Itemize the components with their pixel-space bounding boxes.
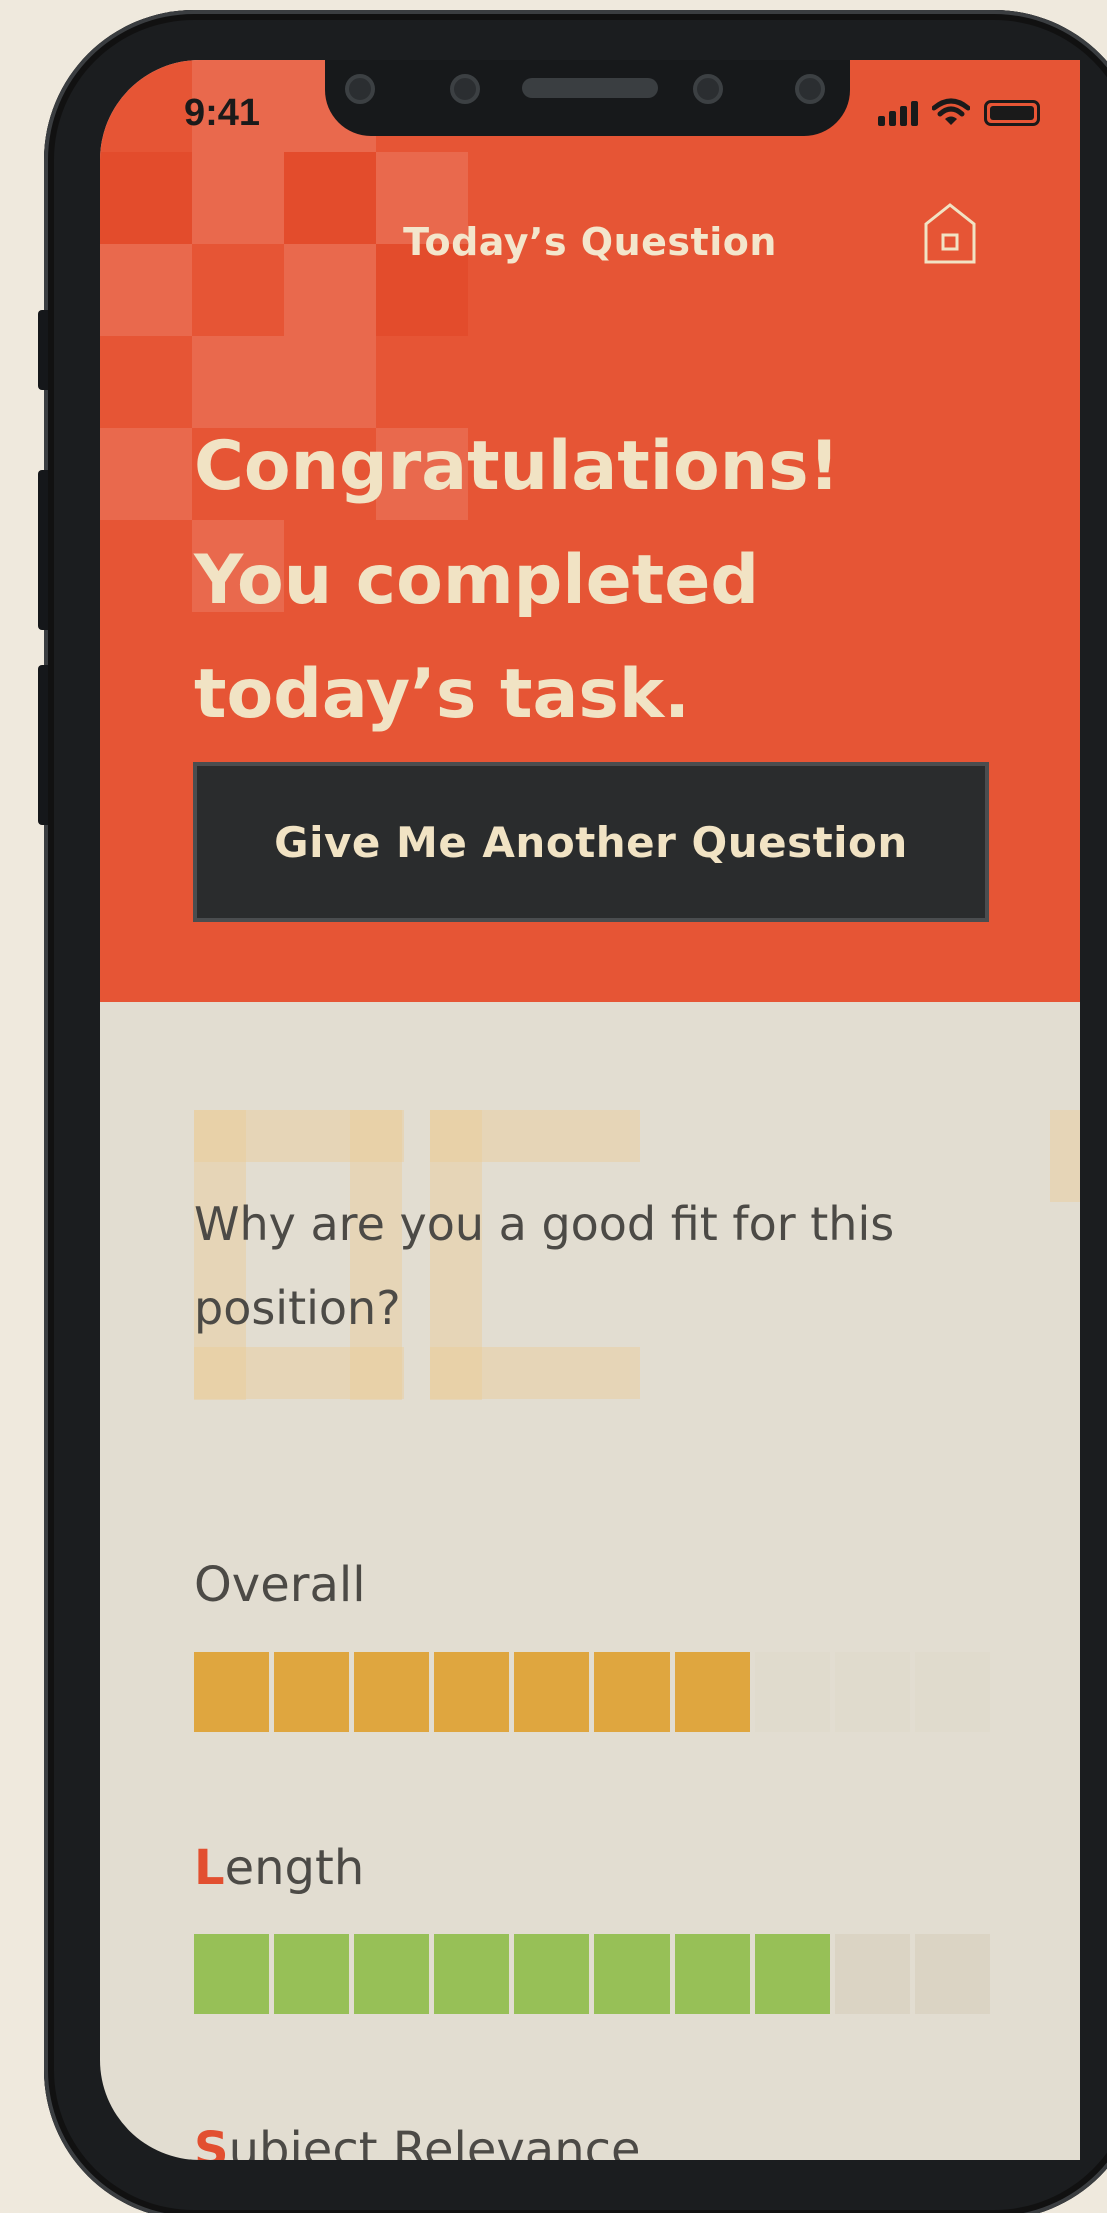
score-segment-filled: [674, 1652, 750, 1732]
metric-label-overall: Overall: [194, 1557, 366, 1613]
volume-up-button: [38, 470, 48, 630]
home-icon[interactable]: [922, 202, 978, 266]
score-segment-filled: [194, 1934, 270, 2014]
score-segment-filled: [434, 1652, 510, 1732]
status-time: 9:41: [184, 92, 261, 134]
score-segment-filled: [514, 1652, 590, 1732]
score-segment-empty: [754, 1652, 830, 1732]
mute-switch: [38, 310, 48, 390]
score-segment-filled: [274, 1934, 350, 2014]
score-segment-filled: [594, 1934, 670, 2014]
score-segment-filled: [194, 1652, 270, 1732]
score-segment-empty: [834, 1652, 910, 1732]
metric-label-length: Length: [194, 1840, 365, 1896]
score-segment-empty: [914, 1652, 990, 1732]
results-section: Why are you a good fit for this position…: [100, 1002, 1080, 2160]
headline-line: You completed: [194, 541, 760, 620]
score-segment-empty: [914, 1934, 990, 2014]
hero-section: 9:41 Today’s Question Congratulations! Y…: [100, 60, 1080, 1002]
cellular-signal-icon: [878, 101, 918, 126]
headline-line: Congratulations!: [194, 427, 840, 506]
battery-icon: [984, 100, 1040, 126]
wifi-icon: [932, 98, 970, 125]
congratulations-headline: Congratulations! You completed today’s t…: [194, 410, 994, 752]
notch: [325, 60, 850, 136]
score-segment-filled: [754, 1934, 830, 2014]
score-segment-filled: [274, 1652, 350, 1732]
question-text: Why are you a good fit for this position…: [194, 1197, 895, 1335]
score-segment-filled: [674, 1934, 750, 2014]
headline-line: today’s task.: [194, 655, 690, 734]
score-segment-filled: [354, 1934, 430, 2014]
overall-score-bar: [194, 1652, 990, 1732]
screen: 9:41 Today’s Question Congratulations! Y…: [100, 60, 1080, 2160]
status-icons: [878, 98, 1040, 126]
volume-down-button: [38, 665, 48, 825]
length-score-bar: [194, 1934, 990, 2014]
metric-label-subject-relevance: Subject Relevance: [194, 2122, 641, 2160]
another-question-button[interactable]: Give Me Another Question: [193, 762, 989, 922]
score-segment-empty: [834, 1934, 910, 2014]
score-segment-filled: [594, 1652, 670, 1732]
score-segment-filled: [354, 1652, 430, 1732]
score-segment-filled: [434, 1934, 510, 2014]
score-segment-filled: [514, 1934, 590, 2014]
